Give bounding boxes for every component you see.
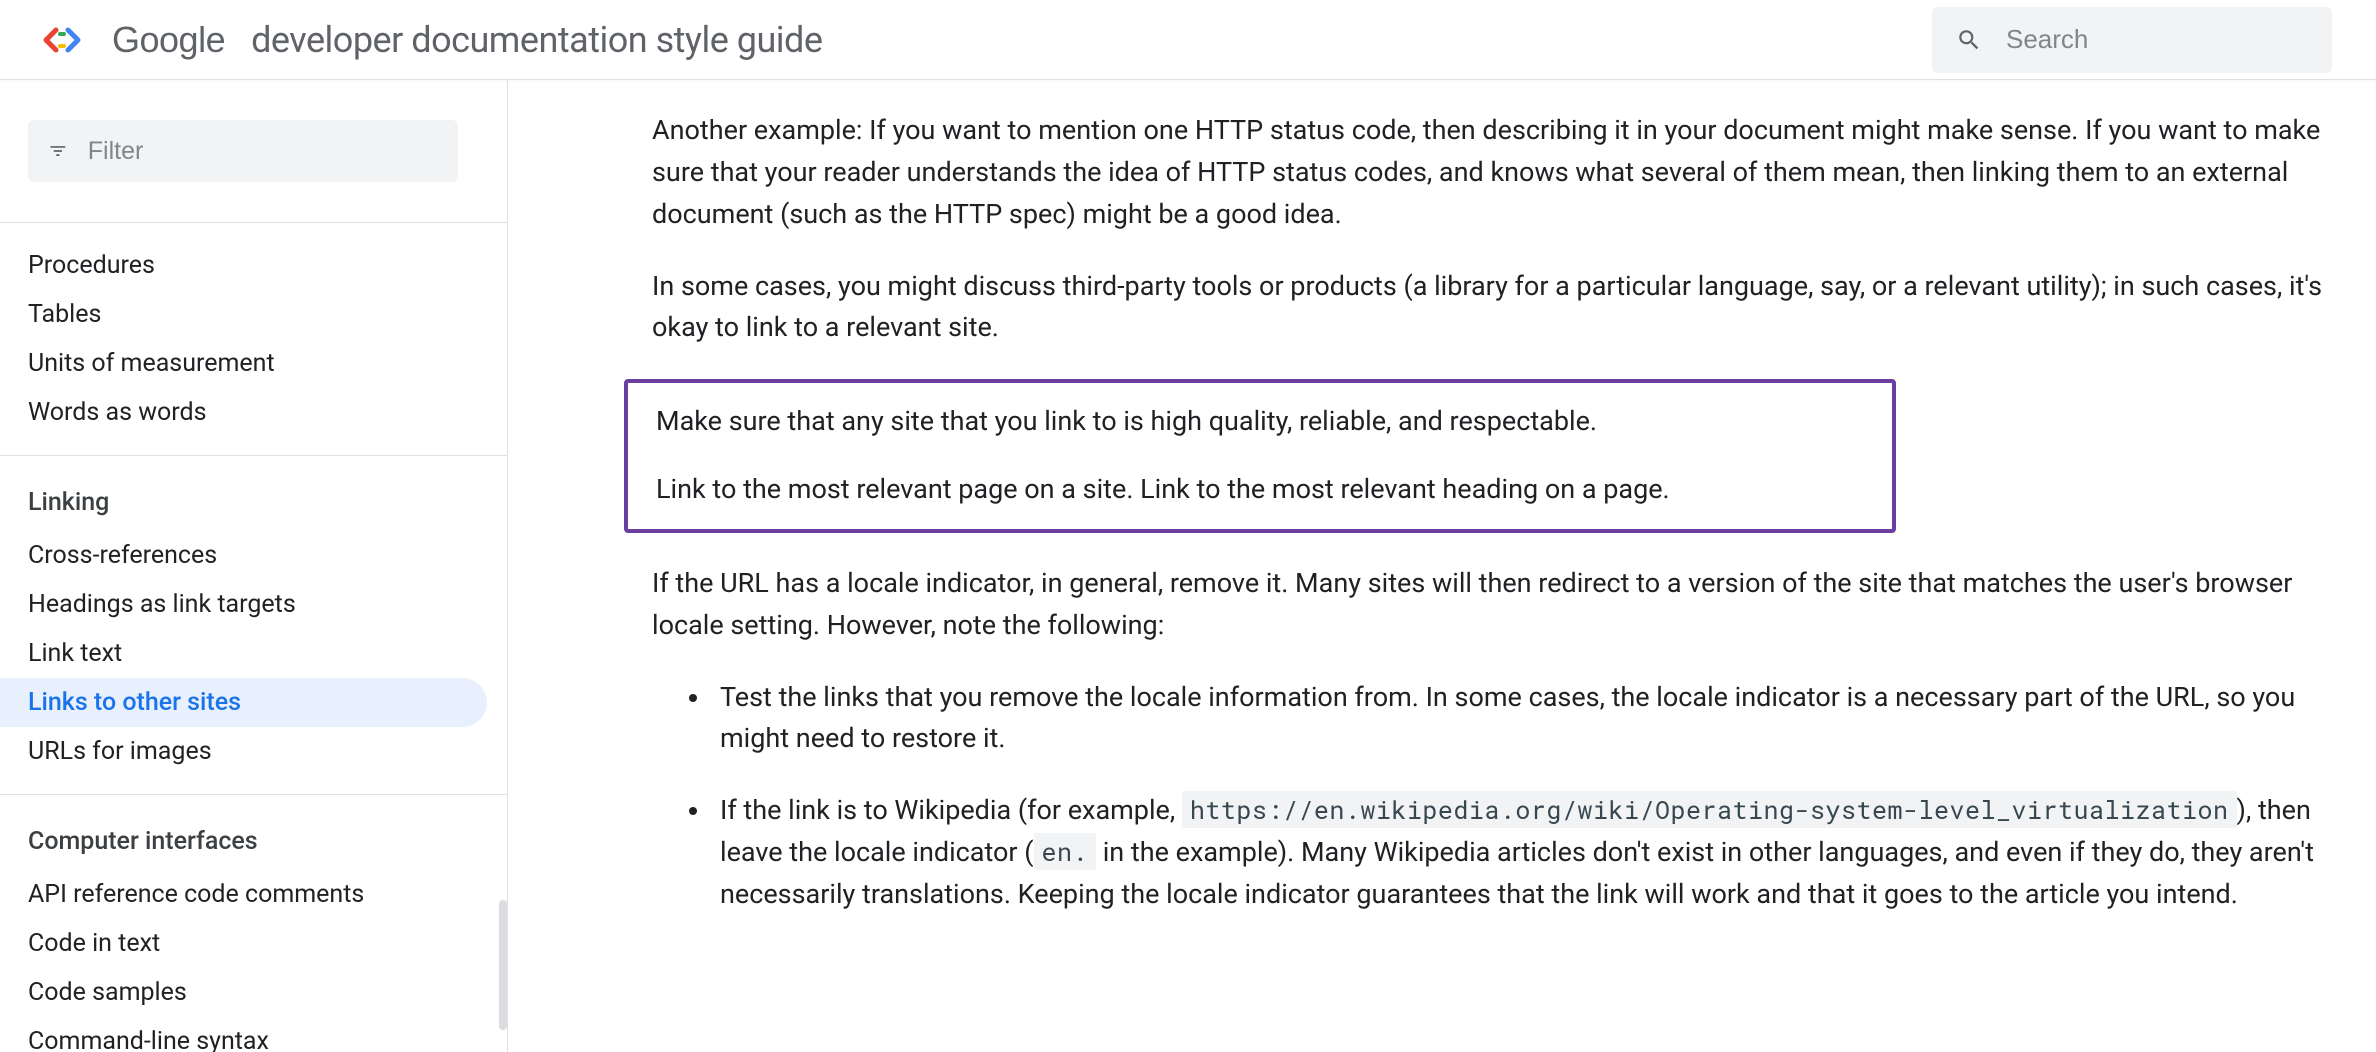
nav-item-command-line-syntax[interactable]: Command-line syntax [0, 1017, 487, 1052]
nav-item-procedures[interactable]: Procedures [0, 241, 487, 290]
nav-item-headings-as-link-targets[interactable]: Headings as link targets [0, 580, 487, 629]
site-header: Google developer documentation style gui… [0, 0, 2376, 80]
nav-item-urls-for-images[interactable]: URLs for images [0, 727, 487, 776]
nav-item-links-to-other-sites[interactable]: Links to other sites [0, 678, 487, 727]
nav-group: Procedures Tables Units of measurement W… [0, 223, 507, 455]
text-run: If the link is to Wikipedia (for example… [720, 794, 1182, 826]
list-item: Test the links that you remove the local… [712, 677, 2356, 761]
nav-item-words-as-words[interactable]: Words as words [0, 388, 487, 437]
paragraph: Make sure that any site that you link to… [656, 401, 1864, 443]
article-content: Another example: If you want to mention … [572, 80, 2376, 1052]
paragraph: If the URL has a locale indicator, in ge… [652, 563, 2356, 647]
content-gutter [508, 80, 572, 1052]
nav-group-computer-interfaces: Computer interfaces API reference code c… [0, 795, 507, 1052]
filter-icon [48, 140, 68, 162]
google-wordmark: Google [112, 19, 225, 61]
nav-group-linking: Linking Cross-references Headings as lin… [0, 456, 507, 794]
filter-input[interactable] [88, 137, 438, 166]
filter-box[interactable] [28, 120, 458, 182]
inline-code: https://en.wikipedia.org/wiki/Operating-… [1182, 791, 2237, 828]
paragraph: Link to the most relevant page on a site… [656, 469, 1864, 511]
search-icon [1956, 27, 1982, 53]
developers-logo-icon [42, 26, 82, 54]
left-nav: Procedures Tables Units of measurement W… [0, 80, 508, 1052]
nav-item-code-in-text[interactable]: Code in text [0, 919, 487, 968]
nav-item-cross-references[interactable]: Cross-references [0, 531, 487, 580]
paragraph: In some cases, you might discuss third-p… [652, 266, 2356, 350]
paragraph: Another example: If you want to mention … [652, 110, 2356, 236]
nav-item-tables[interactable]: Tables [0, 290, 487, 339]
nav-item-code-samples[interactable]: Code samples [0, 968, 487, 1017]
nav-item-units-of-measurement[interactable]: Units of measurement [0, 339, 487, 388]
site-title: developer documentation style guide [251, 19, 822, 61]
nav-item-link-text[interactable]: Link text [0, 629, 487, 678]
nav-heading-computer-interfaces: Computer interfaces [0, 813, 507, 870]
nav-heading-linking: Linking [0, 474, 507, 531]
bullet-list: Test the links that you remove the local… [652, 677, 2356, 916]
list-item: If the link is to Wikipedia (for example… [712, 790, 2356, 916]
nav-item-api-reference-code-comments[interactable]: API reference code comments [0, 870, 487, 919]
highlight-box: Make sure that any site that you link to… [624, 379, 1896, 533]
inline-code: en. [1034, 833, 1097, 870]
search-box[interactable] [1932, 7, 2332, 73]
search-input[interactable] [2006, 24, 2308, 55]
